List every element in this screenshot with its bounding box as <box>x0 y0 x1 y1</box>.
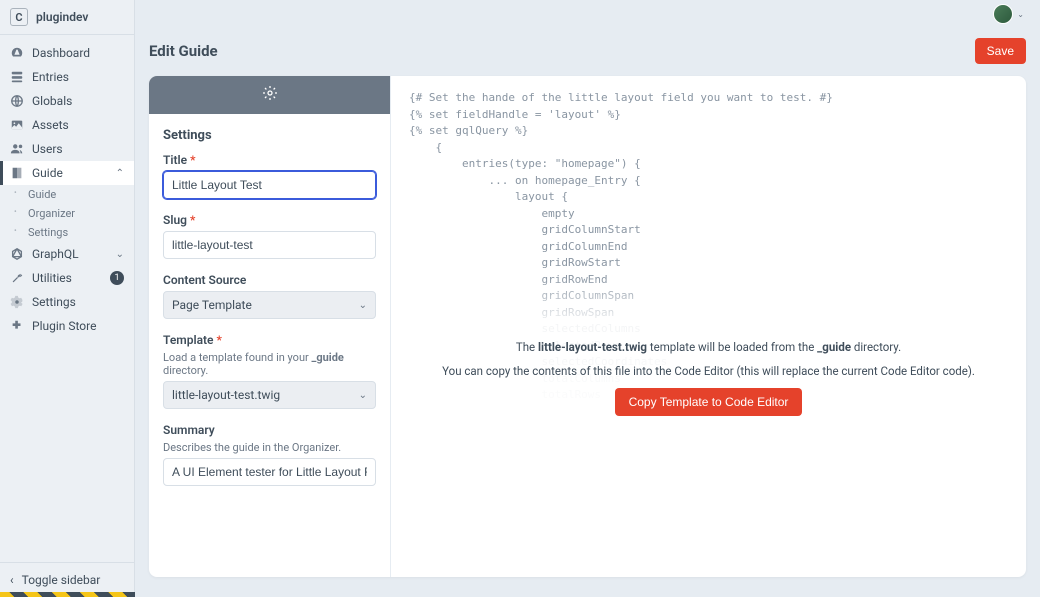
nav-users[interactable]: Users <box>0 137 134 161</box>
nav-guide-sub-organizer[interactable]: Organizer <box>0 204 134 223</box>
nav-plugin-store[interactable]: Plugin Store <box>0 314 134 338</box>
gear-icon <box>262 85 278 105</box>
content-source-label: Content Source <box>163 273 376 287</box>
main-area: Edit Guide Save Settings Title * Slug * <box>135 28 1040 597</box>
field-slug: Slug * <box>163 213 376 259</box>
guide-icon <box>10 166 24 180</box>
sidebar: C plugindev Dashboard Entries Globals As… <box>0 0 135 597</box>
page-title: Edit Guide <box>149 42 218 60</box>
overlay-line1: The little-layout-test.twig template wil… <box>516 340 901 354</box>
template-value: little-layout-test.twig <box>172 388 280 402</box>
toggle-sidebar-label: Toggle sidebar <box>22 573 101 587</box>
nav-label: GraphQL <box>32 247 79 261</box>
dashboard-icon <box>10 46 24 60</box>
chevron-down-icon: ⌄ <box>1017 10 1024 19</box>
nav-label: Settings <box>32 295 76 309</box>
summary-label: Summary <box>163 423 376 437</box>
copy-template-button[interactable]: Copy Template to Code Editor <box>615 388 803 416</box>
nav-label: Entries <box>32 70 69 84</box>
overlay-line2: You can copy the contents of this file i… <box>442 364 975 378</box>
nav-label: Globals <box>32 94 72 108</box>
title-input[interactable] <box>163 171 376 199</box>
title-label: Title * <box>163 153 376 167</box>
settings-panel: Settings Title * Slug * Content Source P… <box>149 76 390 577</box>
summary-help: Describes the guide in the Organizer. <box>163 441 376 454</box>
nav-utilities[interactable]: Utilities 1 <box>0 266 134 290</box>
settings-form: Settings Title * Slug * Content Source P… <box>149 114 390 514</box>
globals-icon <box>10 94 24 108</box>
nav-label: Plugin Store <box>32 319 96 333</box>
settings-heading: Settings <box>163 128 376 143</box>
save-button[interactable]: Save <box>975 38 1026 64</box>
summary-input[interactable] <box>163 458 376 486</box>
template-label: Template * <box>163 333 376 347</box>
nav-guide-sub-settings[interactable]: Settings <box>0 223 134 242</box>
content-source-value: Page Template <box>172 298 252 312</box>
sidebar-nav: Dashboard Entries Globals Assets Users G… <box>0 35 134 562</box>
dev-mode-strip <box>0 592 135 597</box>
page-header: Edit Guide Save <box>149 38 1026 76</box>
graphql-icon <box>10 247 24 261</box>
nav-label: Utilities <box>32 271 72 285</box>
users-icon <box>10 142 24 156</box>
nav-dashboard[interactable]: Dashboard <box>0 41 134 65</box>
chevron-up-icon: ⌃ <box>116 168 124 179</box>
content-card: Settings Title * Slug * Content Source P… <box>149 76 1026 577</box>
nav-globals[interactable]: Globals <box>0 89 134 113</box>
chevron-down-icon: ⌄ <box>359 390 367 401</box>
slug-input[interactable] <box>163 231 376 259</box>
user-avatar[interactable] <box>993 4 1013 24</box>
nav-assets[interactable]: Assets <box>0 113 134 137</box>
plugin-icon <box>10 319 24 333</box>
field-content-source: Content Source Page Template ⌄ <box>163 273 376 319</box>
chevron-left-icon: ‹ <box>10 573 14 587</box>
nav-label: Dashboard <box>32 46 90 60</box>
nav-entries[interactable]: Entries <box>0 65 134 89</box>
settings-icon <box>10 295 24 309</box>
utilities-icon <box>10 271 24 285</box>
chevron-down-icon: ⌄ <box>359 300 367 311</box>
nav-settings[interactable]: Settings <box>0 290 134 314</box>
nav-guide-sub-guide[interactable]: Guide <box>0 185 134 204</box>
utilities-badge: 1 <box>110 271 124 285</box>
editor-panel: {# Set the hande of the little layout fi… <box>390 76 1026 577</box>
field-title: Title * <box>163 153 376 199</box>
brand-logo[interactable]: C <box>10 8 28 26</box>
top-header: ⌄ <box>135 0 1040 28</box>
brand-name[interactable]: plugindev <box>36 10 88 24</box>
entries-icon <box>10 70 24 84</box>
assets-icon <box>10 118 24 132</box>
field-summary: Summary Describes the guide in the Organ… <box>163 423 376 486</box>
template-overlay: The little-layout-test.twig template wil… <box>391 276 1026 436</box>
nav-label: Users <box>32 142 63 156</box>
sidebar-header: C plugindev <box>0 0 134 35</box>
nav-label: Assets <box>32 118 69 132</box>
template-select[interactable]: little-layout-test.twig ⌄ <box>163 381 376 409</box>
slug-label: Slug * <box>163 213 376 227</box>
nav-label: Guide <box>32 166 63 180</box>
template-help: Load a template found in your _guide dir… <box>163 351 376 377</box>
field-template: Template * Load a template found in your… <box>163 333 376 409</box>
settings-tab-button[interactable] <box>149 76 390 114</box>
nav-graphql[interactable]: GraphQL ⌄ <box>0 242 134 266</box>
chevron-down-icon: ⌄ <box>116 249 124 260</box>
content-source-select[interactable]: Page Template ⌄ <box>163 291 376 319</box>
nav-guide[interactable]: Guide ⌃ <box>0 161 134 185</box>
